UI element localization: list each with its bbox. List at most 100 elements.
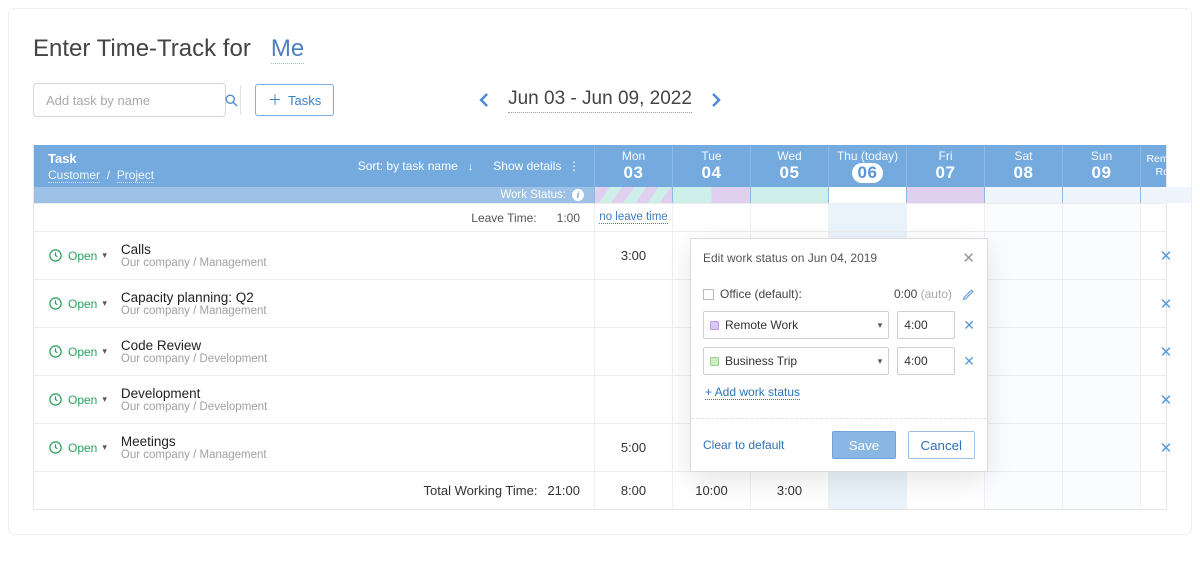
status-label: Open — [68, 393, 97, 407]
date-range-control: Jun 03 - Jun 09, 2022 — [478, 88, 722, 113]
task-name: Capacity planning: Q2 — [121, 290, 267, 305]
status-badge[interactable]: Open▾ — [48, 440, 107, 455]
remove-row-button[interactable]: ✕ — [1141, 280, 1191, 327]
cell-sat[interactable] — [985, 424, 1063, 471]
cell-mon[interactable] — [595, 376, 673, 423]
total-label: Total Working Time: — [424, 483, 538, 498]
close-icon[interactable]: ✕ — [962, 249, 975, 267]
cell-sat[interactable] — [985, 328, 1063, 375]
cell-sat[interactable] — [985, 376, 1063, 423]
cell-mon[interactable]: 5:00 — [595, 424, 673, 471]
task-row: Open▾Capacity planning: Q2Our company / … — [34, 279, 1166, 327]
work-status-sat[interactable] — [985, 187, 1063, 203]
status-badge[interactable]: Open▾ — [48, 248, 107, 263]
day-header-mon[interactable]: Mon03 — [595, 145, 673, 187]
day-header-thu-today[interactable]: Thu (today)06 — [829, 145, 907, 187]
cell-sun[interactable] — [1063, 280, 1141, 327]
cancel-button[interactable]: Cancel — [908, 431, 976, 459]
pencil-icon[interactable] — [962, 288, 975, 301]
info-icon[interactable]: i — [572, 189, 584, 201]
total-sat — [985, 472, 1063, 509]
leave-time-row: Leave Time: 1:00 no leave time — [34, 203, 1166, 231]
status-badge[interactable]: Open▾ — [48, 344, 107, 359]
delete-status-icon[interactable]: ✕ — [963, 353, 975, 370]
cell-sat[interactable] — [985, 232, 1063, 279]
add-work-status-link[interactable]: + Add work status — [705, 385, 800, 400]
work-status-mon[interactable] — [595, 187, 673, 203]
status-time-input[interactable]: 4:00 — [897, 311, 955, 339]
edit-work-status-popover: Edit work status on Jun 04, 2019 ✕ Offic… — [690, 238, 988, 472]
sort-control[interactable]: Sort: by task name ↓ — [358, 159, 474, 173]
work-status-thu[interactable] — [829, 187, 907, 203]
total-mon: 8:00 — [595, 472, 673, 509]
prev-week-button[interactable] — [478, 92, 490, 108]
search-input[interactable] — [44, 92, 224, 109]
total-row: Total Working Time: 21:00 8:00 10:00 3:0… — [34, 471, 1166, 509]
work-status-line: Business Trip ▾ 4:00 ✕ — [703, 347, 975, 375]
cell-sun[interactable] — [1063, 232, 1141, 279]
title-subject[interactable]: Me — [271, 35, 304, 64]
work-status-wed[interactable] — [751, 187, 829, 203]
day-header-sat[interactable]: Sat08 — [985, 145, 1063, 187]
status-color-swatch — [710, 321, 719, 330]
caret-down-icon: ▾ — [102, 250, 107, 261]
chevron-down-icon: ▾ — [878, 356, 883, 367]
chevron-down-icon: ▾ — [878, 320, 883, 331]
breadcrumb: Customer / Project — [48, 168, 154, 182]
office-auto: (auto) — [921, 287, 952, 301]
status-badge[interactable]: Open▾ — [48, 392, 107, 407]
office-label: Office (default): — [720, 287, 802, 301]
day-header-wed[interactable]: Wed05 — [751, 145, 829, 187]
remove-row-button[interactable]: ✕ — [1141, 232, 1191, 279]
remove-row-button[interactable]: ✕ — [1141, 424, 1191, 471]
total-thu — [829, 472, 907, 509]
task-row: Open▾Code ReviewOur company / Developmen… — [34, 327, 1166, 375]
next-week-button[interactable] — [710, 92, 722, 108]
day-header-tue[interactable]: Tue04 — [673, 145, 751, 187]
cell-sun[interactable] — [1063, 376, 1141, 423]
task-path: Our company / Development — [121, 353, 267, 365]
plus-icon: ＋ — [268, 90, 282, 110]
task-column-header: Task Customer / Project Sort: by task na… — [34, 145, 595, 187]
add-task-search[interactable] — [33, 83, 226, 117]
leave-time-total: 1:00 — [557, 211, 580, 225]
status-label: Open — [68, 441, 97, 455]
date-range-text[interactable]: Jun 03 - Jun 09, 2022 — [508, 88, 692, 113]
cell-mon[interactable] — [595, 280, 673, 327]
work-status-tue[interactable] — [673, 187, 751, 203]
sort-label: Sort: by task name — [358, 159, 458, 173]
cell-mon[interactable]: 3:00 — [595, 232, 673, 279]
status-color-swatch — [710, 357, 719, 366]
status-badge[interactable]: Open▾ — [48, 296, 107, 311]
clear-to-default-link[interactable]: Clear to default — [703, 438, 784, 452]
status-time-input[interactable]: 4:00 — [897, 347, 955, 375]
work-status-select[interactable]: Remote Work▾ — [703, 311, 889, 339]
work-status-sun[interactable] — [1063, 187, 1141, 203]
show-details-control[interactable]: Show details ⋮ — [493, 159, 580, 173]
breadcrumb-customer[interactable]: Customer — [48, 168, 100, 183]
leave-mon-link[interactable]: no leave time — [599, 211, 667, 224]
total-wed: 3:00 — [751, 472, 829, 509]
office-checkbox[interactable] — [703, 289, 714, 300]
remove-row-button[interactable]: ✕ — [1141, 328, 1191, 375]
title-prefix: Enter Time-Track for — [33, 35, 251, 62]
kebab-icon: ⋮ — [568, 159, 580, 173]
tasks-button[interactable]: ＋ Tasks — [255, 84, 334, 116]
remove-row-button[interactable]: ✕ — [1141, 376, 1191, 423]
search-icon[interactable] — [224, 93, 239, 108]
delete-status-icon[interactable]: ✕ — [963, 317, 975, 334]
day-header-sun[interactable]: Sun09 — [1063, 145, 1141, 187]
day-header-fri[interactable]: Fri07 — [907, 145, 985, 187]
work-status-select[interactable]: Business Trip ▾ — [703, 347, 889, 375]
status-name: Business Trip — [725, 354, 797, 368]
show-details-label: Show details — [493, 159, 561, 173]
breadcrumb-project[interactable]: Project — [117, 168, 154, 183]
cell-mon[interactable] — [595, 328, 673, 375]
cell-sat[interactable] — [985, 280, 1063, 327]
work-status-fri[interactable] — [907, 187, 985, 203]
toolbar-divider — [240, 85, 241, 115]
cell-sun[interactable] — [1063, 424, 1141, 471]
save-button[interactable]: Save — [832, 431, 896, 459]
cell-sun[interactable] — [1063, 328, 1141, 375]
office-time: 0:00 — [894, 287, 917, 301]
